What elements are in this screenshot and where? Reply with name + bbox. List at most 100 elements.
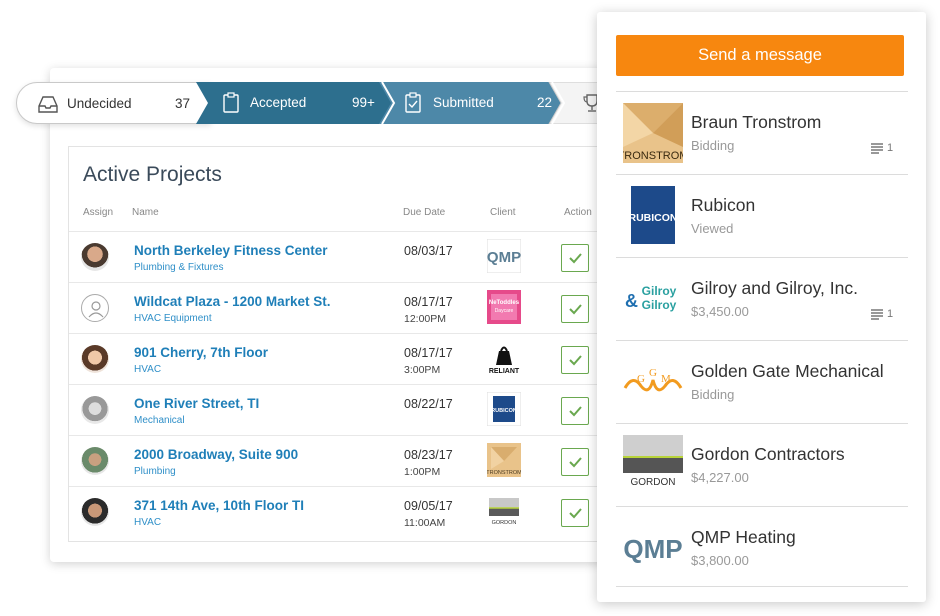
bidder-logo-gilroy: Gilroy & Gilroy [623, 269, 683, 329]
bidder-list-item[interactable]: TRONSTROM Braun Tronstrom Bidding 1 [616, 91, 908, 174]
svg-text:M: M [661, 373, 671, 385]
project-type: Mechanical [134, 415, 185, 426]
bidders-panel: Send a message TRONSTROM Braun Tronstrom… [597, 12, 926, 602]
due-time: 11:00AM [404, 517, 446, 529]
svg-text:G: G [649, 367, 657, 379]
project-type: Plumbing & Fixtures [134, 262, 224, 273]
bidder-name: Gilroy and Gilroy, Inc. [691, 278, 858, 298]
clipboard-check-icon [404, 92, 422, 119]
project-name-link[interactable]: One River Street, TI [134, 396, 259, 411]
client-logo-netoddles: NeToddles Daycare [487, 290, 521, 324]
avatar [81, 447, 109, 475]
avatar [81, 396, 109, 424]
stage-count: 22 [537, 95, 553, 110]
table-row[interactable]: 901 Cherry, 7th Floor HVAC 08/17/17 3:00… [69, 333, 609, 384]
project-name-link[interactable]: North Berkeley Fitness Center [134, 243, 328, 258]
bidder-list-item[interactable]: GORDON Gordon Contractors $4,227.00 [616, 423, 908, 506]
accept-checkbox[interactable] [561, 397, 589, 425]
inbox-icon [37, 94, 59, 119]
stage-undecided[interactable]: Undecided 37 [16, 82, 211, 124]
svg-text:G: G [637, 373, 645, 385]
send-message-button[interactable]: Send a message [616, 35, 904, 76]
table-row[interactable]: North Berkeley Fitness Center Plumbing &… [69, 231, 609, 282]
svg-text:Gilroy: Gilroy [642, 298, 677, 312]
notes-count[interactable]: 1 [871, 308, 893, 320]
accept-checkbox[interactable] [561, 244, 589, 272]
stage-submitted[interactable]: Submitted 22 [396, 82, 566, 124]
bidder-logo-gordon: GORDON [623, 435, 683, 495]
clipboard-icon [222, 92, 240, 119]
notes-icon [871, 308, 883, 320]
column-header-action: Action [564, 207, 592, 218]
svg-text:GORDON: GORDON [492, 520, 517, 526]
column-header-assign: Assign [83, 207, 114, 218]
svg-text:QMP: QMP [487, 249, 521, 266]
svg-text:GORDON: GORDON [631, 477, 676, 488]
svg-text:&: & [625, 291, 638, 311]
avatar [81, 498, 109, 526]
stage-count: 37 [175, 96, 191, 111]
accept-checkbox[interactable] [561, 499, 589, 527]
bidder-logo-golden-gate: GGM [623, 352, 683, 412]
accept-checkbox[interactable] [561, 448, 589, 476]
table-row[interactable]: 371 14th Ave, 10th Floor TI HVAC 09/05/1… [69, 486, 609, 537]
svg-text:RUBICON: RUBICON [491, 408, 517, 414]
client-logo-reliant: RELIANT [487, 341, 521, 375]
svg-text:QMP: QMP [623, 534, 682, 564]
project-type: Plumbing [134, 466, 176, 477]
bidder-status: $3,800.00 [691, 553, 749, 568]
svg-text:RUBICON: RUBICON [629, 212, 678, 224]
notes-count[interactable]: 1 [871, 142, 893, 154]
bidder-list-item[interactable]: Gilroy & Gilroy Gilroy and Gilroy, Inc. $3… [616, 257, 908, 340]
bidder-name: Braun Tronstrom [691, 112, 822, 132]
bidder-status: $3,450.00 [691, 304, 749, 319]
bidder-list-item[interactable]: RUBICON Rubicon Viewed [616, 174, 908, 257]
bidder-status: Viewed [691, 221, 734, 236]
bidder-status: Bidding [691, 387, 735, 402]
svg-text:Gilroy: Gilroy [642, 284, 677, 298]
unassigned-avatar-icon[interactable] [81, 294, 109, 322]
table-row[interactable]: One River Street, TI Mechanical 08/22/17… [69, 384, 609, 435]
svg-text:RELIANT: RELIANT [489, 368, 520, 375]
bidder-name: Gordon Contractors [691, 444, 845, 464]
notes-icon [871, 142, 883, 154]
project-name-link[interactable]: Wildcat Plaza - 1200 Market St. [134, 294, 330, 309]
bidder-status: $4,227.00 [691, 470, 749, 485]
bidder-list-item[interactable]: GGM Golden Gate Mechanical Bidding [616, 340, 908, 423]
bidder-name: Golden Gate Mechanical [691, 361, 884, 381]
svg-text:NeToddles: NeToddles [489, 300, 520, 306]
stage-count: 99+ [352, 95, 375, 110]
project-name-link[interactable]: 901 Cherry, 7th Floor [134, 345, 268, 360]
project-name-link[interactable]: 371 14th Ave, 10th Floor TI [134, 498, 304, 513]
due-date: 08/17/17 [404, 346, 453, 360]
svg-text:TRONSTROM: TRONSTROM [623, 150, 683, 162]
stage-accepted[interactable]: Accepted 99+ [214, 82, 382, 124]
bidder-logo-qmp: QMP [623, 518, 683, 578]
bidder-logo-tronstrom: TRONSTROM [623, 103, 683, 163]
accept-checkbox[interactable] [561, 295, 589, 323]
table-row[interactable]: Wildcat Plaza - 1200 Market St. HVAC Equ… [69, 282, 609, 333]
due-date: 08/17/17 [404, 295, 453, 309]
stage-label: Undecided [67, 96, 132, 111]
bidder-name: QMP Heating [691, 527, 796, 547]
page-title: Active Projects [83, 163, 222, 186]
column-header-due-date: Due Date [403, 207, 446, 218]
client-logo-gordon: GORDON [487, 494, 521, 528]
due-date: 08/23/17 [404, 448, 453, 462]
divider [616, 586, 908, 587]
bidder-list-item[interactable]: QMP QMP Heating $3,800.00 [616, 506, 908, 589]
project-name-link[interactable]: 2000 Broadway, Suite 900 [134, 447, 298, 462]
client-logo-tronstrom: TRONSTROM [487, 443, 521, 477]
accept-checkbox[interactable] [561, 346, 589, 374]
stage-label: Submitted [433, 95, 494, 110]
due-time: 3:00PM [404, 364, 441, 376]
active-projects-panel: Active Projects Assign Name Due Date Cli… [68, 146, 609, 542]
due-date: 08/22/17 [404, 397, 453, 411]
project-type: HVAC [134, 517, 162, 528]
column-header-name: Name [132, 207, 159, 218]
svg-text:TRONSTROM: TRONSTROM [487, 470, 521, 476]
due-date: 09/05/17 [404, 499, 453, 513]
due-date: 08/03/17 [404, 244, 453, 258]
column-header-client: Client [490, 207, 516, 218]
table-row[interactable]: 2000 Broadway, Suite 900 Plumbing 08/23/… [69, 435, 609, 486]
